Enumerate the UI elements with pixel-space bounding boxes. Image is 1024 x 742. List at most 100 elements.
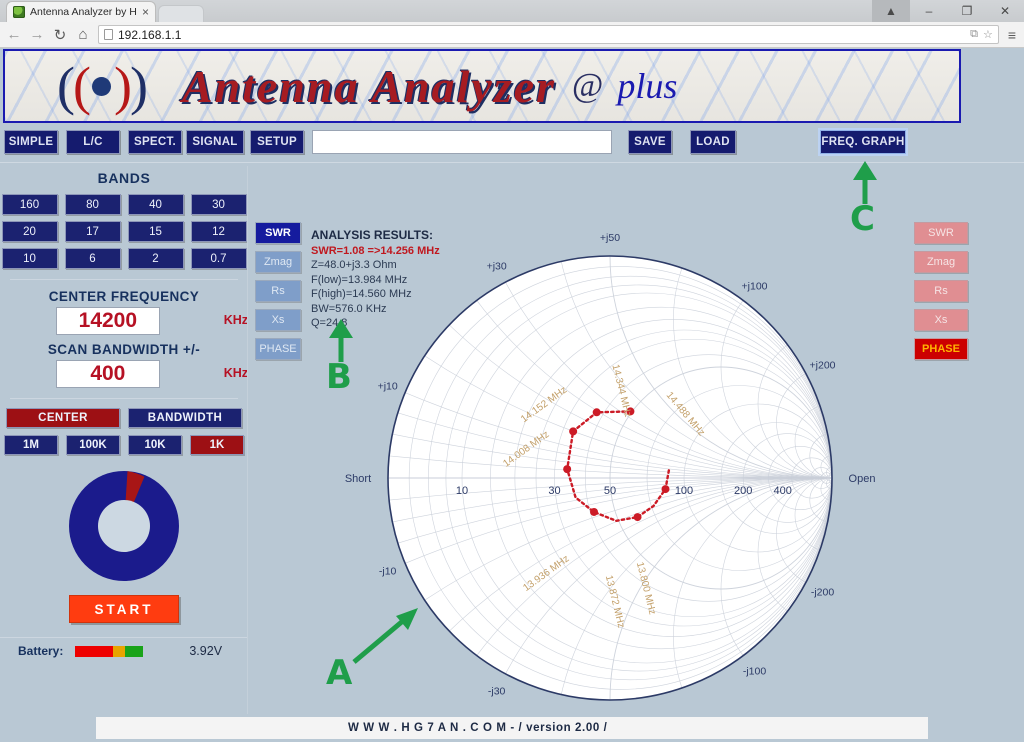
- left-tab-swr[interactable]: SWR: [255, 222, 301, 244]
- menu-setup-button[interactable]: SETUP: [250, 130, 304, 154]
- save-button[interactable]: SAVE: [628, 130, 672, 154]
- bands-grid: 160 80 40 30 20 17 15 12 10 6 2 0.7: [0, 194, 248, 269]
- close-window-icon[interactable]: ✕: [986, 0, 1024, 22]
- page-info-icon: [104, 29, 113, 40]
- translate-icon[interactable]: ⧉: [970, 28, 978, 41]
- band-button[interactable]: 17: [64, 221, 121, 242]
- center-frequency-unit: KHz: [223, 312, 248, 327]
- chart-tick-label: 200: [734, 485, 752, 497]
- smith-chart-svg[interactable]: 10 30 50 100 200 400 Short Open +j10 +j30 +j50 +j10…: [300, 208, 920, 726]
- new-tab-button[interactable]: [158, 5, 204, 22]
- menu-lc-button[interactable]: L/C: [66, 130, 120, 154]
- scan-bandwidth-input[interactable]: 400: [55, 360, 160, 388]
- band-button[interactable]: 0.7: [190, 248, 247, 269]
- freq-graph-button[interactable]: FREQ. GRAPH: [820, 130, 906, 154]
- annotation-c-arrow-icon: [853, 161, 877, 204]
- account-icon[interactable]: ▲: [872, 0, 910, 22]
- step-10k-button[interactable]: 10K: [128, 435, 182, 455]
- omnibox-actions: ⧉ ☆: [970, 28, 993, 41]
- main-menubar: SIMPLE L/C SPECT. SIGNAL SETUP SAVE LOAD…: [0, 130, 1024, 164]
- browser-tab[interactable]: Antenna Analyzer by HG7 ×: [6, 1, 156, 22]
- left-tab-zmag[interactable]: Zmag: [255, 251, 301, 273]
- tuning-mode-row: CENTER BANDWIDTH: [0, 408, 248, 428]
- band-button[interactable]: 6: [64, 248, 121, 269]
- close-tab-icon[interactable]: ×: [142, 6, 149, 18]
- browser-tab-title: Antenna Analyzer by HG7: [30, 6, 137, 18]
- step-1m-button[interactable]: 1M: [4, 435, 58, 455]
- chart-tick-label: 400: [773, 485, 791, 497]
- chart-tick-label: 30: [548, 485, 560, 497]
- chart-tick-label: +j50: [600, 232, 620, 244]
- maximize-icon[interactable]: ❐: [948, 0, 986, 22]
- band-button[interactable]: 80: [64, 194, 121, 215]
- chart-tick-label: Short: [345, 473, 371, 485]
- menu-signal-button[interactable]: SIGNAL: [186, 130, 244, 154]
- band-button[interactable]: 2: [127, 248, 184, 269]
- left-control-panel: BANDS 160 80 40 30 20 17 15 12 10 6 2 0.…: [0, 166, 248, 742]
- browser-menu-icon[interactable]: ≡: [1006, 27, 1018, 43]
- tuning-step-row: 1M 100K 10K 1K: [0, 435, 248, 455]
- step-1k-button[interactable]: 1K: [190, 435, 244, 455]
- menu-spect-button[interactable]: SPECT.: [128, 130, 182, 154]
- chart-tick-label: +j200: [810, 360, 836, 372]
- bands-title: BANDS: [97, 170, 151, 186]
- center-frequency-input[interactable]: 14200: [55, 307, 160, 335]
- start-button[interactable]: START: [69, 595, 179, 623]
- app-banner: (()) Antenna Analyzer @ plus: [3, 49, 961, 123]
- center-frequency-row: 14200 KHz: [0, 304, 248, 335]
- tuning-bandwidth-button[interactable]: BANDWIDTH: [128, 408, 242, 428]
- band-button[interactable]: 12: [190, 221, 247, 242]
- tuning-knob[interactable]: [65, 467, 183, 585]
- frequency-divider: [10, 398, 238, 399]
- right-tab-xs[interactable]: Xs: [914, 309, 968, 331]
- left-tab-rs[interactable]: Rs: [255, 280, 301, 302]
- battery-row: Battery: 3.92V: [0, 638, 248, 658]
- minimize-icon[interactable]: –: [910, 0, 948, 22]
- menu-simple-button[interactable]: SIMPLE: [4, 130, 58, 154]
- right-tab-zmag[interactable]: Zmag: [914, 251, 968, 273]
- band-button[interactable]: 40: [127, 194, 184, 215]
- right-tab-phase[interactable]: PHASE: [914, 338, 968, 360]
- chart-tick-label: -j10: [379, 566, 397, 578]
- chart-tick-label: -j30: [488, 686, 506, 698]
- band-button[interactable]: 30: [190, 194, 247, 215]
- trace-marker[interactable]: [590, 507, 599, 516]
- load-button[interactable]: LOAD: [690, 130, 736, 154]
- battery-level-bar: [75, 645, 144, 657]
- trace-marker[interactable]: [563, 465, 572, 474]
- battery-voltage: 3.92V: [189, 644, 223, 658]
- favicon-icon: [13, 6, 25, 18]
- scan-bandwidth-label: SCAN BANDWIDTH +/-: [47, 342, 201, 357]
- left-tab-phase[interactable]: PHASE: [255, 338, 301, 360]
- step-100k-button[interactable]: 100K: [66, 435, 120, 455]
- band-button[interactable]: 10: [1, 248, 58, 269]
- left-parameter-tabs: SWR Zmag Rs Xs PHASE: [255, 222, 301, 367]
- band-button[interactable]: 160: [1, 194, 58, 215]
- smith-chart-container[interactable]: 10 30 50 100 200 400 Short Open +j10 +j30 +j50 +j10…: [300, 208, 920, 742]
- trace-marker[interactable]: [661, 485, 670, 494]
- left-tab-xs[interactable]: Xs: [255, 309, 301, 331]
- chart-tick-label: +j30: [487, 260, 507, 272]
- chart-tick-label: +j100: [742, 280, 768, 292]
- back-icon[interactable]: ←: [6, 26, 22, 43]
- band-button[interactable]: 15: [127, 221, 184, 242]
- right-tab-rs[interactable]: Rs: [914, 280, 968, 302]
- tuning-center-button[interactable]: CENTER: [6, 408, 120, 428]
- chart-tick-label: -j200: [811, 586, 835, 598]
- trace-marker[interactable]: [569, 427, 578, 436]
- home-icon[interactable]: ⌂: [75, 26, 91, 43]
- footer-text: W W W . H G 7 A N . C O M - / version 2.…: [96, 717, 928, 739]
- trace-marker[interactable]: [592, 408, 601, 417]
- address-bar[interactable]: 192.168.1.1 ⧉ ☆: [98, 25, 999, 44]
- bookmark-star-icon[interactable]: ☆: [983, 28, 993, 41]
- address-bar-value: 192.168.1.1: [118, 27, 182, 42]
- chart-tick-label: -j100: [743, 666, 767, 678]
- trace-marker[interactable]: [633, 513, 642, 522]
- right-parameter-tabs: SWR Zmag Rs Xs PHASE: [914, 222, 968, 367]
- right-tab-swr[interactable]: SWR: [914, 222, 968, 244]
- command-input[interactable]: [312, 130, 612, 154]
- band-button[interactable]: 20: [1, 221, 58, 242]
- forward-icon[interactable]: →: [29, 26, 45, 43]
- reload-icon[interactable]: ↻: [52, 26, 68, 44]
- browser-chrome: Antenna Analyzer by HG7 × ▲ – ❐ ✕ ← → ↻ …: [0, 0, 1024, 48]
